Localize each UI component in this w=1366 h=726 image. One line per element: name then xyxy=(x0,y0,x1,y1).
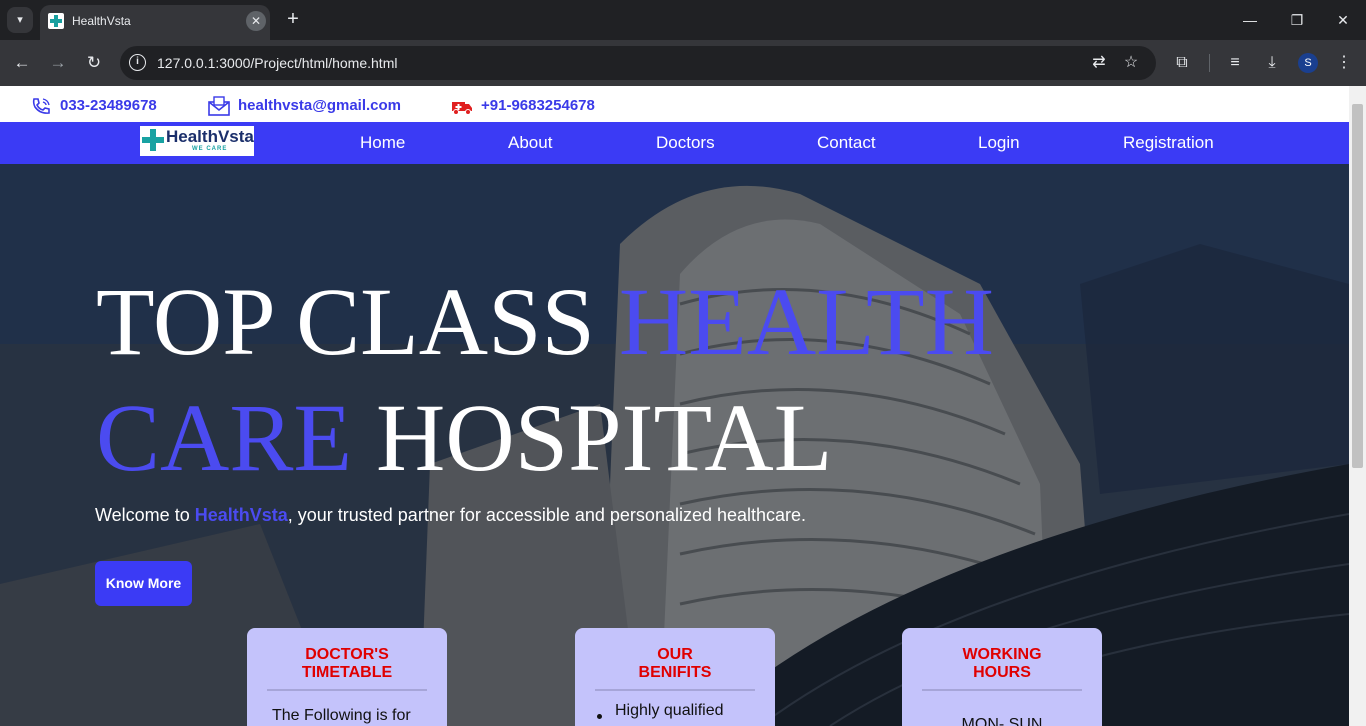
welcome-prefix: Welcome to xyxy=(95,505,195,525)
ambulance-icon xyxy=(452,102,472,115)
site-logo[interactable]: HealthVsta WE CARE xyxy=(140,126,254,156)
scrollbar-thumb[interactable] xyxy=(1352,104,1363,468)
star-icon[interactable]: ☆ xyxy=(1120,52,1142,74)
headline-white-text: HOSPITAL xyxy=(352,384,833,491)
extensions-icon[interactable]: ⧉ xyxy=(1170,51,1194,75)
browser-tab[interactable]: HealthVsta ✕ xyxy=(40,5,270,40)
card-title-line1: WORKING xyxy=(962,646,1042,663)
nav-link-login[interactable]: Login xyxy=(978,133,1020,153)
close-icon[interactable]: ✕ xyxy=(246,11,266,31)
address-bar[interactable]: i 127.0.0.1:3000/Project/html/home.html … xyxy=(120,46,1156,80)
hero-headline-line1: TOP CLASS HEALTH xyxy=(96,274,994,370)
card-body: The Following is for xyxy=(272,707,411,724)
nav-link-contact[interactable]: Contact xyxy=(817,133,876,153)
info-icon[interactable]: i xyxy=(129,54,146,71)
nav-link-registration[interactable]: Registration xyxy=(1123,133,1214,153)
browser-tab-bar: ▾ HealthVsta ✕ + — ❐ ✕ xyxy=(0,0,1366,40)
emergency-number: +91-9683254678 xyxy=(481,97,595,114)
media-icon[interactable]: ≡ xyxy=(1223,51,1247,75)
card-divider xyxy=(595,689,755,691)
page-scrollbar[interactable] xyxy=(1349,86,1366,726)
bullet-icon xyxy=(597,714,602,719)
url-text[interactable]: 127.0.0.1:3000/Project/html/home.html xyxy=(157,55,397,71)
card-title-line1: DOCTOR'S xyxy=(305,646,389,663)
contact-bar: 033-23489678 healthvsta@gmail.com +91-96… xyxy=(0,86,1349,122)
welcome-text: Welcome to HealthVsta, your trusted part… xyxy=(95,505,806,526)
menu-icon[interactable]: ⋮ xyxy=(1332,51,1356,75)
logo-name: HealthVsta xyxy=(166,127,254,146)
headline-accent-text: CARE xyxy=(96,384,353,491)
main-navbar: HealthVsta WE CARE Home About Doctors Co… xyxy=(0,122,1349,164)
plus-icon[interactable]: + xyxy=(282,8,304,30)
card-title-line2: BENIFITS xyxy=(638,664,712,681)
card-title: WORKING HOURS xyxy=(902,646,1102,682)
working-hours-card[interactable]: WORKING HOURS MON- SUN xyxy=(902,628,1102,726)
close-window-icon[interactable]: ✕ xyxy=(1331,8,1355,32)
phone-number: 033-23489678 xyxy=(60,97,157,114)
toolbar-separator xyxy=(1209,54,1210,72)
web-page: 033-23489678 healthvsta@gmail.com +91-96… xyxy=(0,86,1349,726)
timetable-card[interactable]: DOCTOR'S TIMETABLE The Following is for xyxy=(247,628,447,726)
card-title: DOCTOR'S TIMETABLE xyxy=(247,646,447,682)
translate-icon[interactable]: ⇄ xyxy=(1088,52,1110,74)
card-divider xyxy=(267,689,427,691)
card-divider xyxy=(922,689,1082,691)
card-body: MON- SUN xyxy=(961,716,1043,726)
welcome-suffix: , your trusted partner for accessible an… xyxy=(287,505,807,525)
download-icon[interactable]: ⤓ xyxy=(1260,51,1284,75)
favicon-icon xyxy=(48,13,64,29)
card-title: OUR BENIFITS xyxy=(575,646,775,682)
nav-link-home[interactable]: Home xyxy=(360,133,405,153)
reload-icon[interactable]: ↻ xyxy=(82,51,106,75)
browser-toolbar: ← → ↻ i 127.0.0.1:3000/Project/html/home… xyxy=(0,40,1366,86)
phone-icon xyxy=(32,98,50,114)
avatar[interactable]: S xyxy=(1298,53,1318,73)
tab-search-icon[interactable]: ▾ xyxy=(7,7,33,33)
benefits-card[interactable]: OUR BENIFITS Highly qualified xyxy=(575,628,775,726)
card-title-line1: OUR xyxy=(657,646,693,663)
restore-icon[interactable]: ❐ xyxy=(1285,8,1309,32)
forward-icon[interactable]: → xyxy=(46,51,70,75)
nav-link-doctors[interactable]: Doctors xyxy=(656,133,715,153)
card-title-line2: HOURS xyxy=(973,664,1031,681)
hero-headline-line2: CARE HOSPITAL xyxy=(96,390,832,486)
medical-cross-icon xyxy=(142,129,164,151)
hero-section: TOP CLASS HEALTH CARE HOSPITAL Welcome t… xyxy=(0,164,1349,726)
headline-accent-text: HEALTH xyxy=(618,268,994,375)
welcome-brand: HealthVsta xyxy=(194,505,288,525)
nav-link-about[interactable]: About xyxy=(508,133,552,153)
tab-title: HealthVsta xyxy=(72,14,131,28)
know-more-button[interactable]: Know More xyxy=(95,561,192,606)
email-address: healthvsta@gmail.com xyxy=(238,97,402,114)
minimize-icon[interactable]: — xyxy=(1238,8,1262,32)
card-title-line2: TIMETABLE xyxy=(301,664,393,681)
headline-white-text: TOP CLASS xyxy=(96,268,619,375)
back-icon[interactable]: ← xyxy=(10,51,34,75)
card-body: Highly qualified xyxy=(615,702,724,719)
mail-icon xyxy=(208,96,230,116)
logo-tagline: WE CARE xyxy=(192,146,228,152)
